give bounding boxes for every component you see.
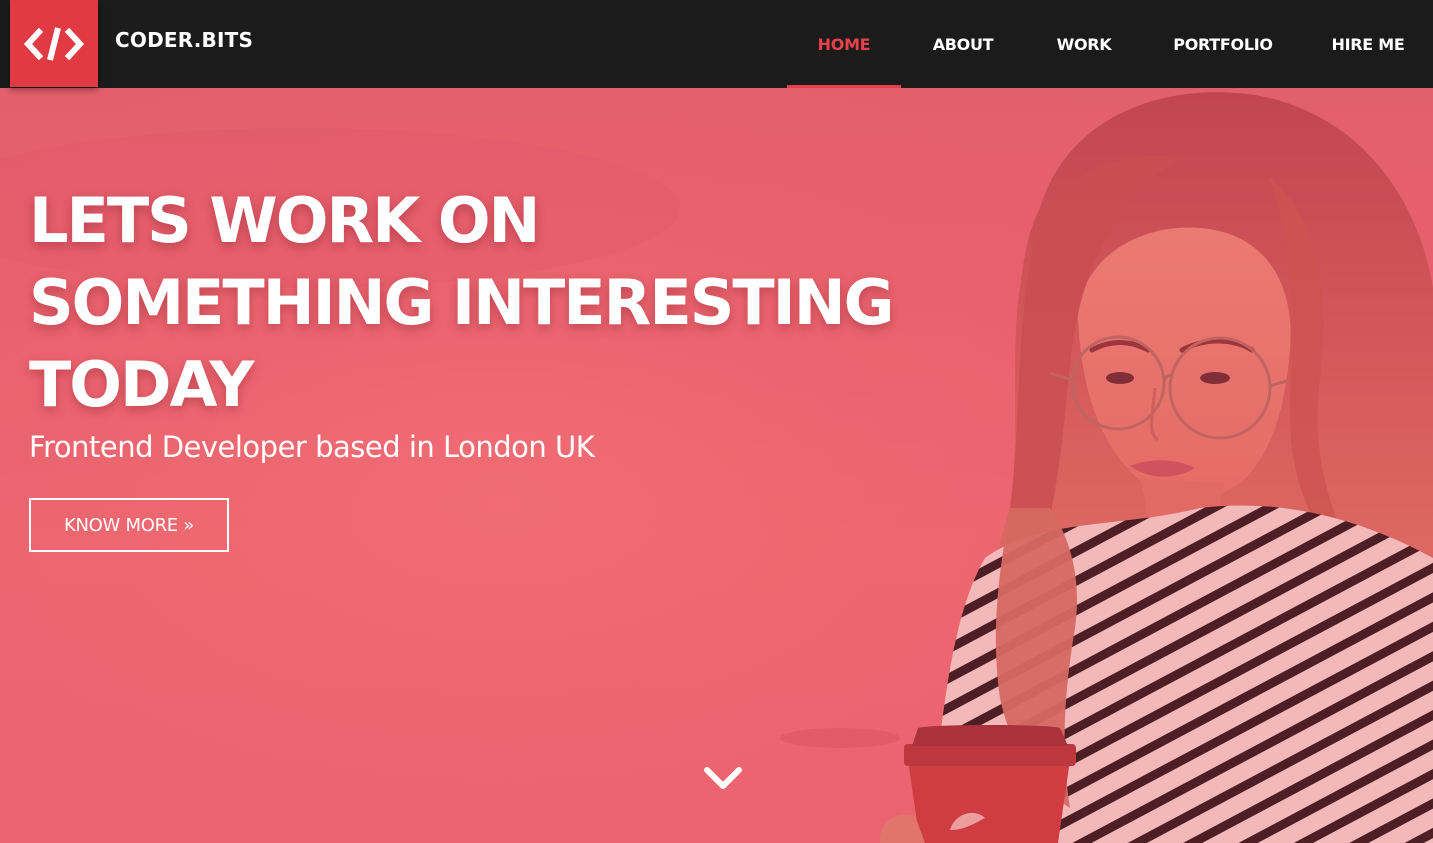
headline-line: SOMETHING INTERESTING	[29, 266, 895, 339]
nav-item-about[interactable]: ABOUT	[901, 0, 1025, 88]
headline-line: LETS WORK ON	[29, 184, 540, 257]
top-navbar: CODER.BITS HOME ABOUT WORK PORTFOLIO HIR…	[0, 0, 1433, 88]
nav-item-hire-me[interactable]: HIRE ME	[1303, 0, 1433, 88]
brand-name[interactable]: CODER.BITS	[115, 28, 253, 52]
headline-line: TODAY	[29, 348, 254, 421]
hero-section: LETS WORK ON SOMETHING INTERESTING TODAY…	[0, 88, 1433, 843]
logo[interactable]	[10, 0, 98, 87]
main-nav: HOME ABOUT WORK PORTFOLIO HIRE ME	[787, 0, 1433, 88]
nav-item-work[interactable]: WORK	[1025, 0, 1143, 88]
hero-subtitle: Frontend Developer based in London UK	[29, 430, 595, 464]
know-more-button[interactable]: KNOW MORE »	[29, 498, 229, 552]
nav-item-home[interactable]: HOME	[787, 0, 901, 88]
chevron-down-icon	[704, 767, 742, 789]
scroll-down-button[interactable]	[703, 764, 743, 794]
hero-headline: LETS WORK ON SOMETHING INTERESTING TODAY	[29, 180, 929, 426]
page: CODER.BITS HOME ABOUT WORK PORTFOLIO HIR…	[0, 0, 1433, 843]
code-brackets-icon	[23, 26, 85, 61]
nav-item-portfolio[interactable]: PORTFOLIO	[1143, 0, 1303, 88]
